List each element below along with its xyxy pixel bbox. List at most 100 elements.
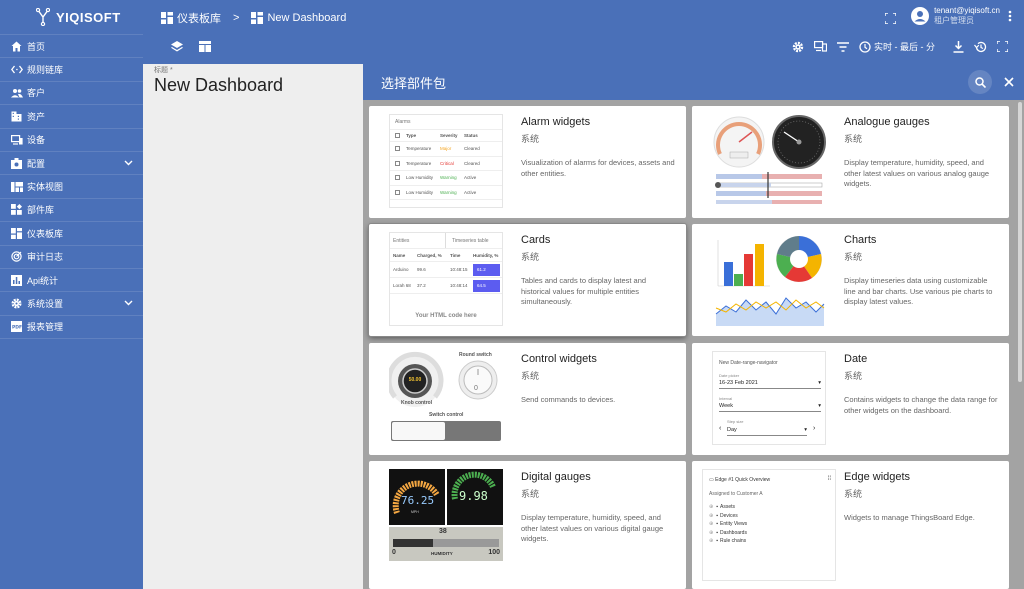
sidebar-item-home[interactable]: 首页 <box>0 35 143 59</box>
sidebar-item-view-quilt[interactable]: 实体视图 <box>0 175 143 199</box>
bundle-card-digital-gauges[interactable]: 76.25 MPH 9.98 38 0 HUMIDITY 100 Digital… <box>369 461 686 589</box>
card-owner: 系统 <box>521 489 540 499</box>
sidebar-item-gear[interactable]: 系统设置 <box>0 292 143 316</box>
clock-icon <box>859 40 871 53</box>
card-info: Edge widgets 系统 Widgets to manage Things… <box>844 471 999 524</box>
alarm-status: Cleared <box>464 146 480 152</box>
layers-icon[interactable] <box>171 41 183 53</box>
sidebar: YIQISOFT 首页 规则链库 客户资产设备 配置 实体视图部件库仪表板库审计日志 Ap… <box>0 0 143 589</box>
bundle-card-alarm-widgets[interactable]: Alarms Type Severity Status Temperature M… <box>369 106 686 218</box>
card-name: Edge widgets <box>844 471 911 483</box>
chevron-down-icon[interactable] <box>124 158 133 168</box>
sidebar-item-code[interactable]: 规则链库 <box>0 58 143 82</box>
dropdown-arrow-icon: ▾ <box>818 403 821 409</box>
breadcrumb: 仪表板库 > New Dashboard <box>161 10 346 26</box>
edge-tree-item: ⊕ ▪ Rule chains <box>709 538 747 547</box>
edge-tree-item: ⊕ ▪ Assets <box>709 504 747 513</box>
edge-overview-title: Edge #1 Quick Overview <box>715 477 771 483</box>
user-email: tenant@yiqisoft.cn <box>934 6 1000 15</box>
bundle-card-edge-widgets[interactable]: ▭ Edge #1 Quick Overview ⁞⁞ Assigned to … <box>692 461 1009 589</box>
dashboard-toolbar-left <box>171 41 211 53</box>
knob-value: 50.00 <box>408 377 422 383</box>
layout-icon[interactable] <box>199 41 211 52</box>
history-icon[interactable] <box>974 41 987 53</box>
row-checkbox <box>395 146 400 152</box>
card-info: Alarm widgets 系统 Visualization of alarms… <box>521 116 676 179</box>
close-button[interactable] <box>1004 75 1014 90</box>
control-widgets-illustration <box>386 351 501 441</box>
fullscreen-icon <box>884 12 897 25</box>
dashboard-title-input[interactable]: New Dashboard <box>154 75 283 96</box>
sidebar-item-devices[interactable]: 设备 <box>0 129 143 152</box>
chevron-left-icon: ‹ <box>719 425 722 432</box>
timewindow-button[interactable]: 实时 - 最后 - 分 <box>859 40 935 53</box>
filter-icon[interactable] <box>837 41 849 52</box>
col-charged: Charged, % <box>417 252 442 258</box>
fullscreen-icon[interactable] <box>997 41 1008 52</box>
dropdown-arrow-icon: ▾ <box>818 380 821 386</box>
search-button[interactable] <box>968 70 992 94</box>
download-icon[interactable] <box>953 40 964 53</box>
bundle-card-charts[interactable]: Charts 系统 Display timeseries data using … <box>692 224 1009 336</box>
bundle-card-analogue-gauges[interactable]: Analogue gauges 系统 Display temperature, … <box>692 106 1009 218</box>
ts-time: 10:48:14 <box>450 283 468 288</box>
alarm-status: Cleared <box>464 160 480 166</box>
sidebar-item-widgets[interactable]: 部件库 <box>0 199 143 223</box>
expand-icon: ⊕ <box>709 529 714 536</box>
date-picker-field: 16-23 Feb 2021 ▾ <box>719 380 821 389</box>
user-menu[interactable]: tenant@yiqisoft.cn 租户管理员 <box>911 6 1012 26</box>
insert-chart-icon <box>10 274 23 287</box>
card-owner: 系统 <box>844 134 863 144</box>
entity-type-icon: ▪ <box>716 529 718 536</box>
interval-field: Week ▾ <box>719 403 821 412</box>
round-switch-label: Round switch <box>459 352 492 358</box>
devices-icon <box>10 133 23 146</box>
alarm-row: Low Humidity Warning Active <box>390 186 502 200</box>
sidebar-item-settings-box[interactable]: 配置 <box>0 152 143 176</box>
search-icon <box>974 76 986 88</box>
bundle-card-cards[interactable]: Entities Timeseries table Name Charged, … <box>369 224 686 336</box>
drag-handle-icon: ⁞⁞ <box>827 476 831 482</box>
control-widgets-preview: 50.00 Round switch 0 Knob control Switch… <box>386 351 503 445</box>
bundle-card-control-widgets[interactable]: 50.00 Round switch 0 Knob control Switch… <box>369 343 686 455</box>
sidebar-item-pdf[interactable]: PDF 报表管理 <box>0 316 143 340</box>
sidebar-item-label: 仪表板库 <box>27 228 64 239</box>
sidebar-item-domain[interactable]: 资产 <box>0 105 143 129</box>
switch-control-label: Switch control <box>429 412 464 418</box>
bundle-card-date[interactable]: New Date-range-navigator Date picker 16-… <box>692 343 1009 455</box>
devices-icon[interactable] <box>814 41 827 52</box>
breadcrumb-current-label: New Dashboard <box>267 12 347 24</box>
digital-gauge-value: 9.98 <box>459 489 488 503</box>
chevron-down-icon[interactable] <box>124 298 133 308</box>
more-vert-icon[interactable] <box>1008 10 1012 22</box>
sidebar-item-track-changes[interactable]: 审计日志 <box>0 246 143 269</box>
card-name: Analogue gauges <box>844 116 930 128</box>
edge-item-label: Assets <box>719 504 735 510</box>
brand-logo[interactable]: YIQISOFT <box>0 0 143 35</box>
sidebar-item-dashboards[interactable]: 仪表板库 <box>0 222 143 246</box>
edge-overview-title-row: ▭ Edge #1 Quick Overview <box>709 477 770 483</box>
sidebar-item-label: 资产 <box>27 111 46 122</box>
sidebar-item-label: 部件库 <box>27 205 55 216</box>
breadcrumb-dashboards[interactable]: 仪表板库 <box>161 10 221 26</box>
panel-header: 选择部件包 <box>363 64 1024 100</box>
card-description: Tables and cards to display latest and h… <box>521 276 647 306</box>
card-info: Control widgets 系统 Send commands to devi… <box>521 353 676 406</box>
alarm-row: Temperature Major Cleared <box>390 142 502 157</box>
sidebar-item-people[interactable]: 客户 <box>0 82 143 106</box>
sidebar-item-insert-chart[interactable]: Api统计 <box>0 269 143 293</box>
col-time: Time <box>450 252 461 258</box>
close-icon <box>1004 77 1014 87</box>
dashboard-icon <box>251 12 264 24</box>
gear-icon[interactable] <box>792 41 804 53</box>
card-description: Widgets to manage ThingsBoard Edge. <box>844 513 975 522</box>
panel-scrollbar[interactable] <box>1018 102 1022 382</box>
row-checkbox <box>395 189 400 195</box>
edge-tree-item: ⊕ ▪ Devices <box>709 513 747 522</box>
fullscreen-button[interactable] <box>884 11 897 29</box>
panel-title: 选择部件包 <box>381 75 447 91</box>
expand-icon: ⊕ <box>709 538 714 544</box>
card-name: Digital gauges <box>521 471 591 483</box>
entity-name: Arduino <box>393 267 409 272</box>
expand-icon: ⊕ <box>709 512 714 519</box>
